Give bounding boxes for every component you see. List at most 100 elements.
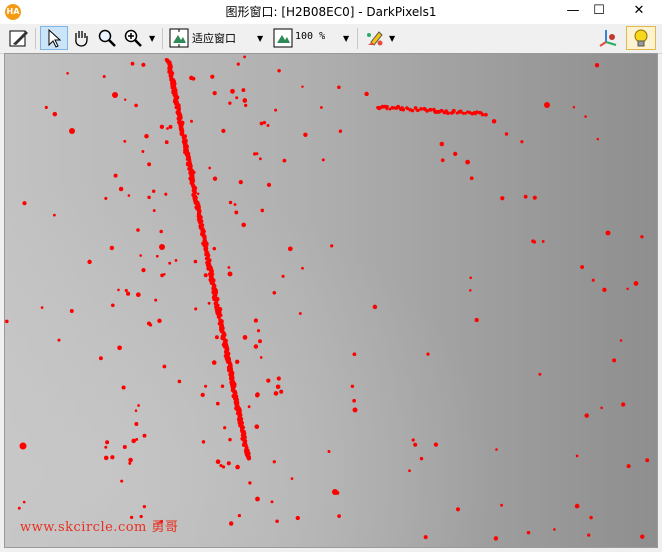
defect-pixel [337, 514, 341, 518]
defect-pixel [147, 195, 151, 200]
fit-window-icon [169, 28, 189, 48]
defect-pixel [130, 61, 135, 66]
defect-pixel [465, 159, 470, 165]
defect-pixel [122, 444, 127, 450]
defect-pixel [134, 422, 139, 426]
defect-pixel [235, 96, 239, 100]
toolbar-separator [35, 28, 36, 49]
defect-pixel [152, 209, 156, 213]
defect-pixel [544, 102, 550, 108]
defect-pixel [146, 321, 152, 326]
defect-pixel [142, 433, 147, 438]
zoom-mode-dropdown-arrow[interactable]: ▼ [257, 34, 263, 43]
defect-pixel [194, 307, 198, 311]
hand-pan-icon [75, 31, 88, 47]
pointer-button[interactable] [40, 26, 68, 50]
defect-pixel [255, 152, 259, 156]
defect-pixel [426, 352, 430, 356]
defect-pixel [451, 108, 456, 113]
defect-pixel [591, 278, 595, 282]
defect-pixel [141, 267, 146, 273]
defect-pixel [273, 391, 279, 396]
defect-pixel [228, 101, 232, 105]
info-button[interactable] [626, 26, 656, 50]
edit-button[interactable] [6, 26, 32, 50]
zoom-dropdown-arrow[interactable]: ▼ [149, 34, 155, 43]
defect-pixel [142, 504, 147, 509]
defect-pixel [189, 119, 194, 123]
defect-pixel [626, 464, 631, 469]
defect-pixel [128, 461, 132, 465]
defect-pixel [301, 85, 304, 88]
defect-pixel [253, 344, 259, 349]
color-palette-icon [367, 31, 383, 46]
defect-pixel [255, 393, 260, 398]
defect-pixel [207, 301, 211, 305]
defect-pixel [266, 378, 271, 383]
defect-pixel [134, 409, 138, 412]
defect-pixel [139, 254, 143, 257]
image-canvas[interactable] [4, 53, 658, 548]
defect-pixel [159, 124, 165, 129]
defect-pixel [135, 437, 139, 441]
defect-pixel [87, 259, 92, 265]
defect-pixel [98, 356, 103, 361]
defect-pixel [208, 166, 212, 170]
defect-pixel [247, 456, 252, 461]
defect-pixel [104, 196, 108, 200]
zoom-in-icon [124, 29, 142, 47]
defect-pixel [287, 246, 293, 252]
zoom-percent-button[interactable] [272, 26, 294, 50]
defect-pixel [215, 401, 220, 406]
defect-pixel [177, 379, 182, 384]
defect-pixel [266, 182, 272, 187]
magnifier-button[interactable] [95, 26, 119, 50]
defect-pixel [221, 128, 226, 134]
defect-pixel [372, 304, 378, 310]
axis-3d-icon [599, 30, 617, 47]
defect-pixel [330, 244, 334, 248]
fit-window-button[interactable] [168, 26, 190, 50]
zoom-percent-select[interactable]: 100 % [295, 31, 325, 42]
defect-pixel [572, 105, 576, 109]
defect-pixel [212, 90, 217, 96]
defect-pixel [227, 271, 233, 277]
axis-3d-button[interactable] [596, 26, 620, 50]
defect-pixel [120, 479, 124, 483]
defect-pixel [110, 303, 115, 308]
defect-pixel [504, 132, 509, 136]
defect-pixel [113, 173, 118, 178]
defect-pixel [640, 235, 644, 239]
defect-pixel [236, 62, 240, 66]
defect-pixel [377, 107, 381, 111]
defect-pixel [584, 413, 589, 418]
pan-button[interactable] [69, 26, 93, 50]
close-button[interactable]: ✕ [624, 0, 654, 22]
defect-pixel [258, 157, 262, 161]
zoom-in-button[interactable] [121, 26, 145, 50]
defect-pixel [226, 461, 231, 466]
defect-pixel [5, 319, 9, 324]
defect-pixel [484, 112, 488, 117]
defect-pixel [410, 108, 415, 113]
defect-pixel [262, 120, 267, 125]
defect-pixel [155, 254, 159, 258]
maximize-button[interactable]: ☐ [584, 0, 614, 22]
defect-pixel [157, 318, 162, 324]
defect-pixel [220, 384, 225, 388]
defect-pixel [212, 246, 217, 251]
defect-pixel [135, 292, 141, 298]
defect-pixel [275, 519, 279, 524]
defect-pixel [235, 464, 240, 470]
defect-pixel [112, 92, 118, 98]
defect-pixel [233, 203, 237, 206]
defect-pixel [626, 287, 629, 291]
defect-pixel [532, 195, 537, 200]
color-button[interactable] [363, 26, 387, 50]
zoom-percent-icon [273, 28, 293, 48]
defect-pixel [118, 186, 124, 192]
defect-pixel [600, 406, 603, 410]
color-dropdown-arrow[interactable]: ▼ [389, 34, 395, 43]
zoom-mode-select[interactable]: 适应窗口 [192, 30, 236, 46]
zoom-percent-dropdown-arrow[interactable]: ▼ [343, 34, 349, 43]
